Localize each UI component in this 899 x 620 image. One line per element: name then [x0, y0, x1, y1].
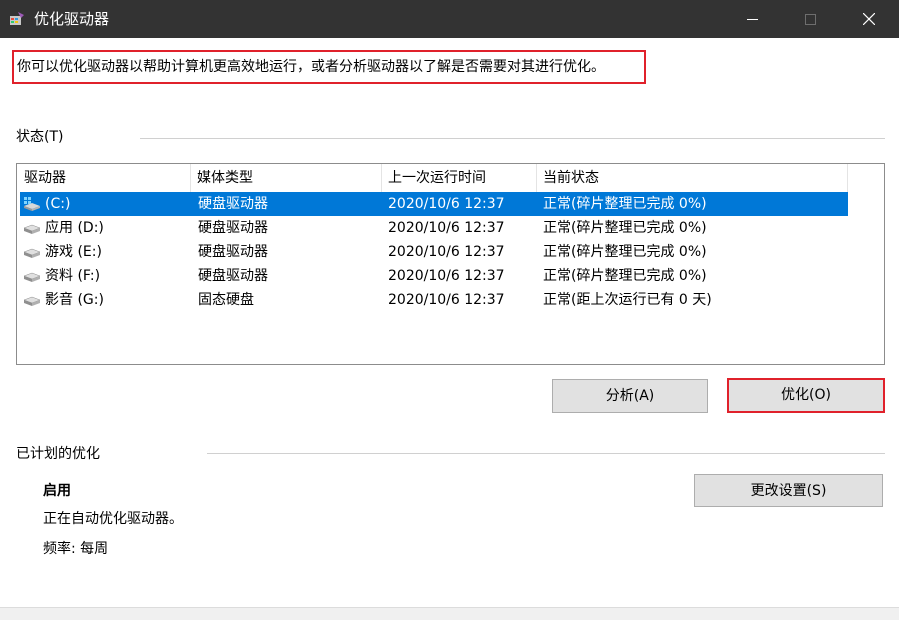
close-icon [863, 13, 875, 25]
status-section-label: 状态(T) [16, 129, 64, 145]
drive-icon [23, 272, 41, 282]
drive-row-d[interactable]: 应用 (D:) 硬盘驱动器 2020/10/6 12:37 正常(碎片整理已完成… [20, 216, 848, 240]
drive-name: 影音 (G:) [45, 292, 104, 308]
status-section-divider [140, 138, 885, 139]
column-header-last-run[interactable]: 上一次运行时间 [382, 164, 536, 192]
drive-name: 资料 (F:) [45, 268, 101, 284]
column-divider[interactable] [847, 164, 848, 192]
change-settings-button[interactable]: 更改设置(S) [694, 474, 883, 507]
drive-name: (C:) [45, 196, 71, 212]
scheduled-section-label: 已计划的优化 [16, 446, 100, 462]
current-status: 正常(碎片整理已完成 0%) [543, 196, 707, 212]
scheduled-section-divider [207, 453, 885, 454]
drive-icon [23, 224, 41, 234]
windows-drive-icon [24, 197, 40, 211]
drive-row-c[interactable]: (C:) 硬盘驱动器 2020/10/6 12:37 正常(碎片整理已完成 0%… [20, 192, 848, 216]
window-title: 优化驱动器 [34, 10, 110, 28]
current-status: 正常(碎片整理已完成 0%) [543, 268, 707, 284]
column-header-current-status[interactable]: 当前状态 [537, 164, 847, 192]
media-type: 硬盘驱动器 [198, 244, 268, 260]
media-type: 硬盘驱动器 [198, 268, 268, 284]
drive-list[interactable]: 驱动器 媒体类型 上一次运行时间 当前状态 (C:) 硬盘驱动器 2020/10… [16, 163, 885, 365]
defrag-app-icon [10, 12, 24, 25]
current-status: 正常(碎片整理已完成 0%) [543, 244, 707, 260]
last-run-time: 2020/10/6 12:37 [388, 268, 505, 284]
footer-bar [0, 607, 899, 620]
media-type: 固态硬盘 [198, 292, 254, 308]
analyze-button[interactable]: 分析(A) [552, 379, 708, 413]
drive-icon [23, 248, 41, 258]
optimize-button[interactable]: 优化(O) [727, 378, 885, 413]
last-run-time: 2020/10/6 12:37 [388, 244, 505, 260]
last-run-time: 2020/10/6 12:37 [388, 220, 505, 236]
drive-name: 应用 (D:) [45, 220, 104, 236]
media-type: 硬盘驱动器 [198, 220, 268, 236]
maximize-icon [804, 13, 816, 25]
minimize-button[interactable] [723, 0, 781, 38]
drive-icon [23, 296, 41, 306]
drive-row-g[interactable]: 影音 (G:) 固态硬盘 2020/10/6 12:37 正常(距上次运行已有 … [20, 288, 848, 312]
close-button[interactable] [840, 0, 898, 38]
column-header-drive[interactable]: 驱动器 [18, 164, 190, 192]
drive-row-f[interactable]: 资料 (F:) 硬盘驱动器 2020/10/6 12:37 正常(碎片整理已完成… [20, 264, 848, 288]
schedule-detail: 正在自动优化驱动器。 [43, 511, 183, 527]
column-header-media-type[interactable]: 媒体类型 [191, 164, 381, 192]
description-text: 你可以优化驱动器以帮助计算机更高效地运行，或者分析驱动器以了解是否需要对其进行优… [12, 50, 646, 84]
minimize-icon [746, 18, 758, 20]
drive-row-e[interactable]: 游戏 (E:) 硬盘驱动器 2020/10/6 12:37 正常(碎片整理已完成… [20, 240, 848, 264]
schedule-state: 启用 [43, 483, 71, 499]
maximize-button[interactable] [781, 0, 839, 38]
last-run-time: 2020/10/6 12:37 [388, 292, 505, 308]
last-run-time: 2020/10/6 12:37 [388, 196, 505, 212]
drive-name: 游戏 (E:) [45, 244, 102, 260]
title-bar: 优化驱动器 [0, 0, 899, 38]
current-status: 正常(距上次运行已有 0 天) [543, 292, 712, 308]
media-type: 硬盘驱动器 [198, 196, 268, 212]
current-status: 正常(碎片整理已完成 0%) [543, 220, 707, 236]
schedule-frequency: 频率: 每周 [43, 541, 109, 557]
drive-list-header: 驱动器 媒体类型 上一次运行时间 当前状态 [17, 164, 884, 192]
